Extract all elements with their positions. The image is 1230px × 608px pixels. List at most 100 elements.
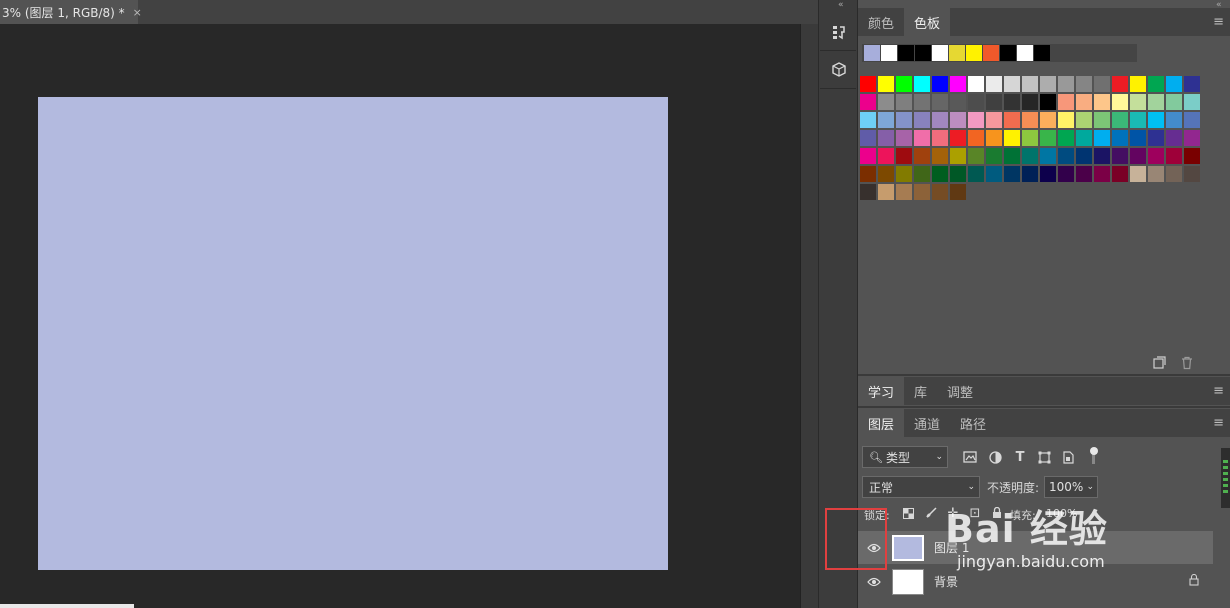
color-swatch[interactable] xyxy=(1094,166,1110,182)
recent-swatch[interactable] xyxy=(983,45,999,61)
color-swatch[interactable] xyxy=(950,94,966,110)
color-swatch[interactable] xyxy=(1058,112,1074,128)
color-swatch[interactable] xyxy=(1058,94,1074,110)
color-swatch[interactable] xyxy=(896,76,912,92)
color-swatch[interactable] xyxy=(914,76,930,92)
color-swatch[interactable] xyxy=(932,130,948,146)
filter-toggle-switch[interactable] xyxy=(1090,447,1098,465)
color-swatch[interactable] xyxy=(1022,148,1038,164)
color-swatch[interactable] xyxy=(1112,148,1128,164)
color-swatch[interactable] xyxy=(896,94,912,110)
tab-adjustments[interactable]: 调整 xyxy=(937,377,983,405)
layer-filter-select[interactable]: 🔍︎ 类型 ⌄ xyxy=(862,446,948,468)
recent-swatch[interactable] xyxy=(932,45,948,61)
filter-smart-object-icon[interactable] xyxy=(1060,449,1076,465)
color-swatch[interactable] xyxy=(1076,94,1092,110)
tab-layers[interactable]: 图层 xyxy=(858,409,905,437)
color-swatch[interactable] xyxy=(860,184,876,200)
tab-paths[interactable]: 路径 xyxy=(950,409,996,437)
color-swatch[interactable] xyxy=(1184,148,1200,164)
color-swatch[interactable] xyxy=(860,166,876,182)
panel-menu-icon[interactable]: ≡ xyxy=(1213,384,1224,399)
color-swatch[interactable] xyxy=(968,148,984,164)
color-swatch[interactable] xyxy=(1004,76,1020,92)
color-swatch[interactable] xyxy=(968,76,984,92)
panel-menu-icon[interactable]: ≡ xyxy=(1213,15,1224,30)
filter-shape-icon[interactable] xyxy=(1036,449,1052,465)
color-swatch[interactable] xyxy=(1076,130,1092,146)
recent-swatch[interactable] xyxy=(966,45,982,61)
color-swatch[interactable] xyxy=(1022,94,1038,110)
color-swatch[interactable] xyxy=(896,130,912,146)
color-swatch[interactable] xyxy=(1094,94,1110,110)
opacity-field[interactable]: 100% ⌄ xyxy=(1044,476,1098,498)
color-swatch[interactable] xyxy=(932,94,948,110)
color-swatch[interactable] xyxy=(1112,130,1128,146)
color-swatch[interactable] xyxy=(1058,166,1074,182)
recent-swatch[interactable] xyxy=(864,45,880,61)
recent-swatch[interactable] xyxy=(915,45,931,61)
color-swatch[interactable] xyxy=(860,94,876,110)
color-swatch[interactable] xyxy=(950,166,966,182)
color-swatch[interactable] xyxy=(860,76,876,92)
color-swatch[interactable] xyxy=(914,112,930,128)
color-swatch[interactable] xyxy=(1130,112,1146,128)
tab-channels[interactable]: 通道 xyxy=(904,409,950,437)
color-swatch[interactable] xyxy=(878,112,894,128)
color-swatch[interactable] xyxy=(1058,130,1074,146)
color-swatch[interactable] xyxy=(1112,166,1128,182)
color-swatch[interactable] xyxy=(1130,148,1146,164)
new-swatch-icon[interactable] xyxy=(1151,355,1167,371)
color-swatch[interactable] xyxy=(932,184,948,200)
color-swatch[interactable] xyxy=(950,76,966,92)
color-swatch[interactable] xyxy=(1076,148,1092,164)
color-swatch[interactable] xyxy=(986,94,1002,110)
filter-type-icon[interactable]: T xyxy=(1012,449,1028,465)
color-swatch[interactable] xyxy=(986,148,1002,164)
color-swatch[interactable] xyxy=(1166,94,1182,110)
color-swatch[interactable] xyxy=(896,112,912,128)
color-swatch[interactable] xyxy=(968,94,984,110)
color-swatch[interactable] xyxy=(860,130,876,146)
color-swatch[interactable] xyxy=(1130,76,1146,92)
tab-learn[interactable]: 学习 xyxy=(858,377,905,405)
color-swatch[interactable] xyxy=(1166,166,1182,182)
color-swatch[interactable] xyxy=(1004,112,1020,128)
color-swatch[interactable] xyxy=(878,166,894,182)
color-swatch[interactable] xyxy=(1166,148,1182,164)
color-swatch[interactable] xyxy=(1040,76,1056,92)
color-swatch[interactable] xyxy=(896,184,912,200)
color-swatch[interactable] xyxy=(1094,76,1110,92)
color-swatch[interactable] xyxy=(986,76,1002,92)
lock-image-pixels-icon[interactable] xyxy=(924,506,938,520)
color-swatch[interactable] xyxy=(1040,112,1056,128)
color-swatch[interactable] xyxy=(878,76,894,92)
color-swatch[interactable] xyxy=(1040,94,1056,110)
tab-libraries[interactable]: 库 xyxy=(904,377,937,405)
color-swatch[interactable] xyxy=(860,112,876,128)
color-swatch[interactable] xyxy=(932,148,948,164)
color-swatch[interactable] xyxy=(1148,112,1164,128)
color-swatch[interactable] xyxy=(1184,166,1200,182)
color-swatch[interactable] xyxy=(1112,76,1128,92)
visibility-eye-icon[interactable] xyxy=(866,574,882,590)
color-swatch[interactable] xyxy=(1148,166,1164,182)
color-swatch[interactable] xyxy=(914,130,930,146)
filter-adjustment-icon[interactable] xyxy=(987,449,1003,465)
color-swatch[interactable] xyxy=(1004,130,1020,146)
color-swatch[interactable] xyxy=(1184,130,1200,146)
color-swatch[interactable] xyxy=(1148,148,1164,164)
collapse-dock-icon[interactable]: « xyxy=(838,0,844,10)
color-swatch[interactable] xyxy=(1112,112,1128,128)
color-swatch[interactable] xyxy=(1184,94,1200,110)
color-swatch[interactable] xyxy=(1076,166,1092,182)
filter-pixel-icon[interactable] xyxy=(962,449,978,465)
color-swatch[interactable] xyxy=(896,148,912,164)
color-swatch[interactable] xyxy=(1094,130,1110,146)
color-swatch[interactable] xyxy=(1184,76,1200,92)
recent-swatch[interactable] xyxy=(1017,45,1033,61)
color-swatch[interactable] xyxy=(878,94,894,110)
color-swatch[interactable] xyxy=(1148,94,1164,110)
color-swatch[interactable] xyxy=(896,166,912,182)
color-swatch[interactable] xyxy=(1004,148,1020,164)
